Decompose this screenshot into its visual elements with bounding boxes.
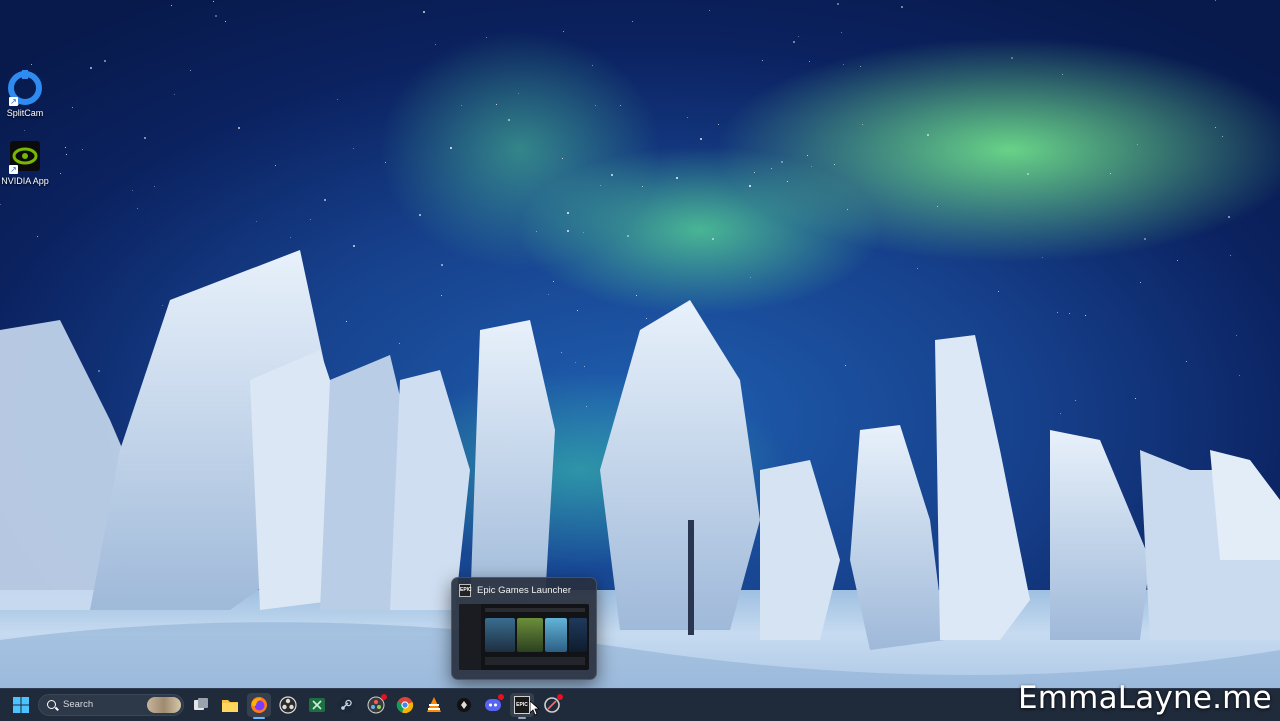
steam-button[interactable] [334, 693, 358, 717]
taskbar-search-box[interactable]: Search [38, 694, 184, 716]
active-indicator [253, 717, 265, 719]
splitcam-icon: ↗ [7, 70, 43, 106]
preview-thumbnail[interactable] [459, 604, 589, 670]
obs-icon [279, 696, 297, 714]
start-button[interactable] [9, 693, 33, 717]
file-explorer-button[interactable] [218, 693, 242, 717]
watermark-text: EmmaLayne.me [1018, 680, 1272, 716]
firefox-icon [251, 697, 267, 713]
notification-badge [381, 694, 387, 700]
steam-icon [338, 697, 354, 713]
search-icon [47, 700, 56, 709]
search-highlight-image [147, 697, 181, 713]
desktop-icon-splitcam[interactable]: ↗ SplitCam [0, 70, 55, 118]
task-view-button[interactable] [189, 693, 213, 717]
thumb-game-card [569, 618, 587, 652]
epic-games-icon: EPIC [514, 696, 530, 714]
search-label: Search [63, 699, 94, 710]
mouse-cursor-icon [530, 701, 540, 716]
preview-title: Epic Games Launcher [477, 584, 571, 596]
notification-badge [498, 694, 504, 700]
dark-app-button[interactable] [452, 693, 476, 717]
firefox-button[interactable] [247, 693, 271, 719]
davinci-resolve-button[interactable] [364, 693, 388, 717]
folder-icon [222, 700, 238, 712]
desktop-wallpaper [0, 0, 1280, 688]
thumb-game-card [517, 618, 543, 652]
thumb-row [485, 657, 585, 665]
shortcut-arrow-icon: ↗ [9, 165, 18, 174]
running-indicator [518, 717, 526, 719]
notification-badge [557, 694, 563, 700]
desktop-icon-label: NVIDIA App [1, 176, 49, 186]
task-view-icon [194, 698, 208, 710]
vlc-icon [427, 697, 441, 712]
taskbar-window-preview[interactable]: EPIC Epic Games Launcher [451, 577, 597, 680]
epic-games-icon: EPIC [459, 583, 472, 597]
thumb-topbar [485, 608, 585, 612]
obs-button[interactable] [276, 693, 300, 717]
discord-button[interactable] [481, 693, 505, 717]
desktop-icon-nvidia-app[interactable]: ↗ NVIDIA App [0, 138, 55, 186]
app-dark-icon [457, 698, 471, 712]
thumb-sidebar [459, 604, 481, 670]
vlc-button[interactable] [422, 693, 446, 717]
snipping-tool-button[interactable] [540, 693, 564, 717]
nvidia-icon: ↗ [7, 138, 43, 174]
excel-icon [309, 698, 325, 712]
shortcut-arrow-icon: ↗ [9, 97, 18, 106]
preview-header: EPIC Epic Games Launcher [452, 578, 596, 602]
desktop-icon-label: SplitCam [6, 108, 44, 118]
chrome-button[interactable] [393, 693, 417, 717]
chrome-icon [396, 697, 414, 714]
snowy-forest [0, 250, 1280, 688]
thumb-game-card [545, 618, 567, 652]
windows-start-icon [13, 697, 29, 713]
excel-button[interactable] [305, 693, 329, 717]
thumb-game-card [485, 618, 515, 652]
